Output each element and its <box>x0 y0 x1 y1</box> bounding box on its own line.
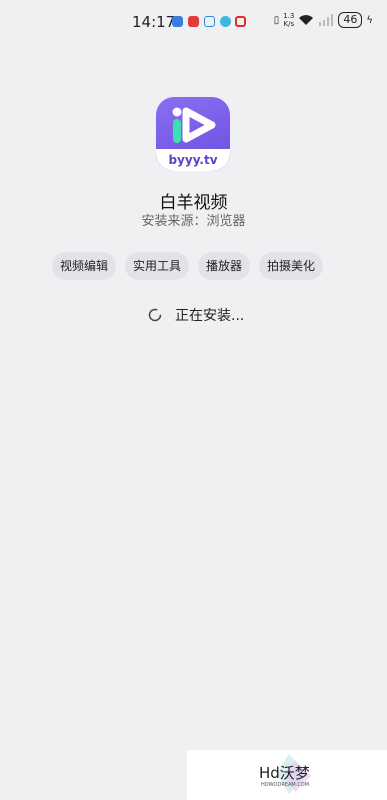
wifi-icon <box>299 15 314 25</box>
tag-utility: 实用工具 <box>125 252 190 280</box>
notification-icon <box>235 16 246 27</box>
install-source-value: 浏览器 <box>206 214 246 229</box>
install-source-label: 安装来源： <box>141 214 207 229</box>
vibrate-icon: ▯ <box>273 14 280 26</box>
install-source: 安装来源：浏览器 <box>0 210 387 229</box>
watermark-text: Hd沃梦 <box>259 764 310 782</box>
network-speed: 1.3 K/s <box>283 12 295 28</box>
category-tags: 视频编辑 实用工具 播放器 拍摄美化 <box>52 252 324 280</box>
status-bar: 14:17 ▯ 1.3 K/s 46 ϟ <box>0 0 387 44</box>
signal-icon <box>319 14 334 26</box>
loading-spinner-icon <box>148 308 162 322</box>
notification-icon <box>220 16 231 27</box>
status-indicators: ▯ 1.3 K/s 46 ϟ <box>274 12 373 28</box>
install-status-text: 正在安装... <box>175 308 245 324</box>
install-progress: 正在安装... <box>147 305 244 325</box>
app-icon: byyy.tv <box>156 97 230 171</box>
notification-icon <box>204 16 215 27</box>
battery-indicator: 46 <box>338 12 363 28</box>
status-time: 14:17 <box>132 13 176 31</box>
play-logo-icon <box>172 107 216 143</box>
notification-icon <box>172 16 183 27</box>
tag-video-edit: 视频编辑 <box>52 252 117 280</box>
tag-photo-beauty: 拍摄美化 <box>259 252 324 280</box>
notification-icon <box>188 16 199 27</box>
watermark-subtext: HDWODREAM.COM <box>261 782 310 788</box>
charging-icon: ϟ <box>366 14 373 26</box>
app-icon-label: byyy.tv <box>156 149 230 171</box>
watermark: Hd沃梦 HDWODREAM.COM <box>187 750 387 800</box>
tag-player: 播放器 <box>198 252 251 280</box>
